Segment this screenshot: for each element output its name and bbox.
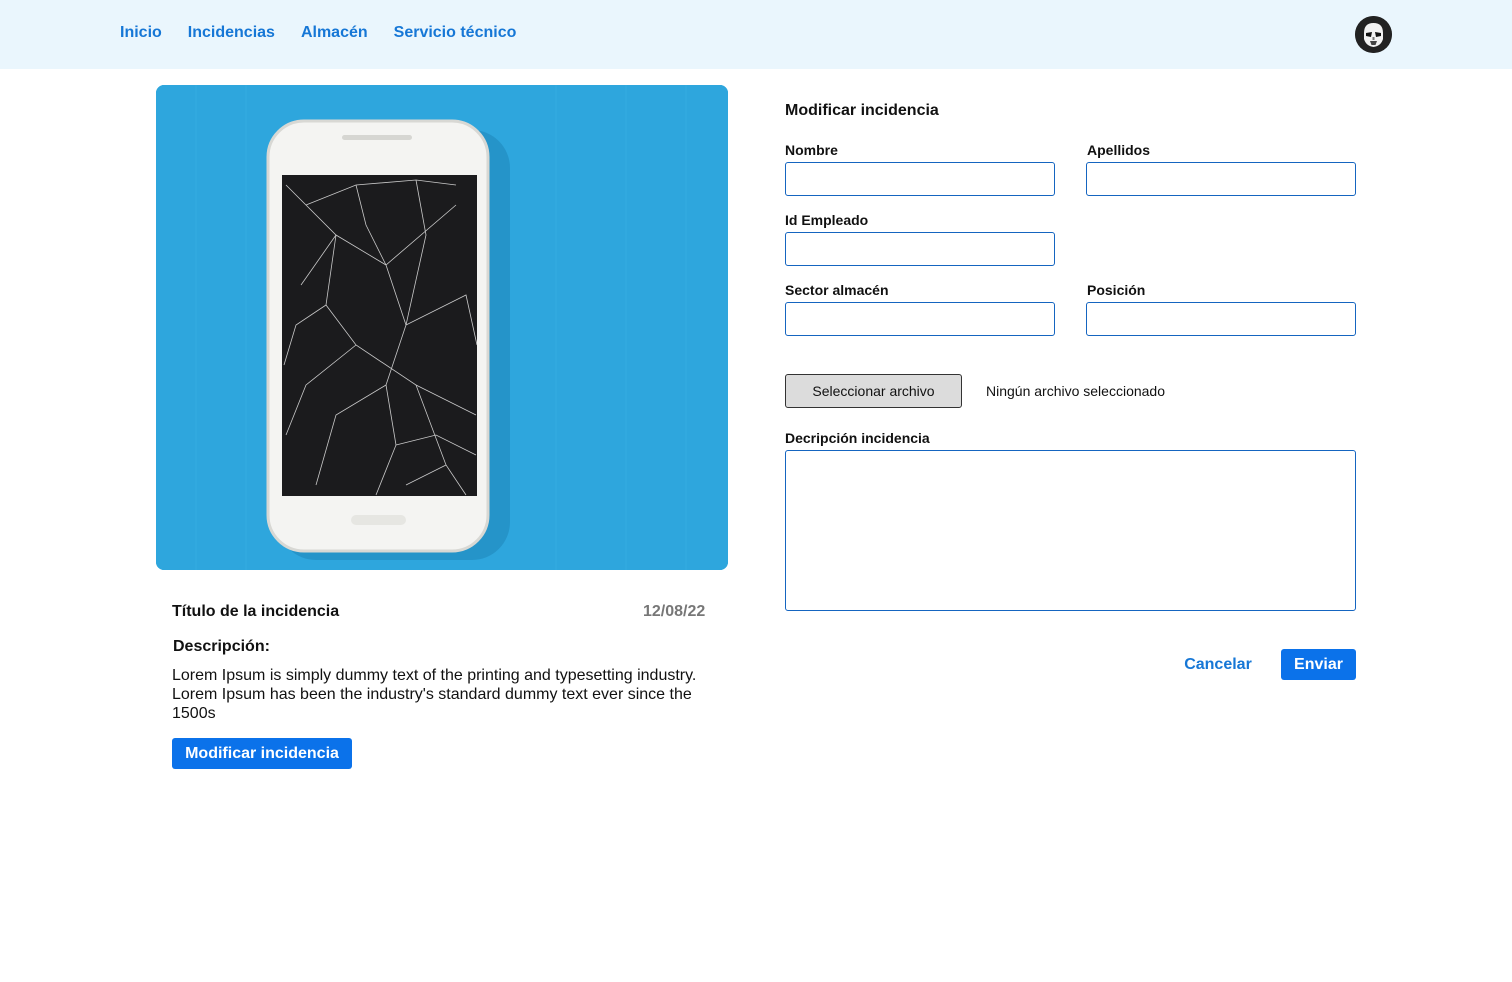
nombre-label: Nombre	[785, 142, 838, 158]
user-avatar-icon[interactable]	[1355, 16, 1392, 53]
nav-item-incidencias[interactable]: Incidencias	[188, 24, 275, 42]
nav-item-servicio-tecnico[interactable]: Servicio técnico	[394, 24, 517, 42]
main-nav: Inicio Incidencias Almacén Servicio técn…	[120, 24, 516, 42]
submit-button[interactable]: Enviar	[1281, 649, 1356, 680]
incident-date: 12/08/22	[643, 603, 706, 620]
apellidos-input[interactable]	[1086, 162, 1356, 196]
description-field-label: Decripción incidencia	[785, 430, 930, 446]
broken-phone-image	[156, 85, 728, 570]
select-file-button[interactable]: Seleccionar archivo	[785, 374, 962, 408]
sector-label: Sector almacén	[785, 282, 889, 298]
cancel-button[interactable]: Cancelar	[1170, 649, 1266, 680]
incident-description: Lorem Ipsum is simply dummy text of the …	[172, 667, 697, 722]
nombre-input[interactable]	[785, 162, 1055, 196]
posicion-label: Posición	[1087, 282, 1146, 298]
form-title: Modificar incidencia	[785, 102, 939, 119]
nav-item-almacen[interactable]: Almacén	[301, 24, 368, 42]
apellidos-label: Apellidos	[1087, 142, 1151, 158]
posicion-input[interactable]	[1086, 302, 1356, 336]
file-status-text: Ningún archivo seleccionado	[986, 383, 1165, 399]
sector-input[interactable]	[785, 302, 1055, 336]
description-textarea[interactable]	[785, 450, 1356, 611]
nav-item-inicio[interactable]: Inicio	[120, 24, 162, 42]
modify-incident-button[interactable]: Modificar incidencia	[172, 738, 352, 769]
id-empleado-input[interactable]	[785, 232, 1055, 266]
description-label: Descripción:	[173, 638, 270, 655]
top-navbar: Inicio Incidencias Almacén Servicio técn…	[0, 0, 1512, 69]
id-empleado-label: Id Empleado	[785, 212, 869, 228]
incident-title: Título de la incidencia	[172, 603, 340, 620]
